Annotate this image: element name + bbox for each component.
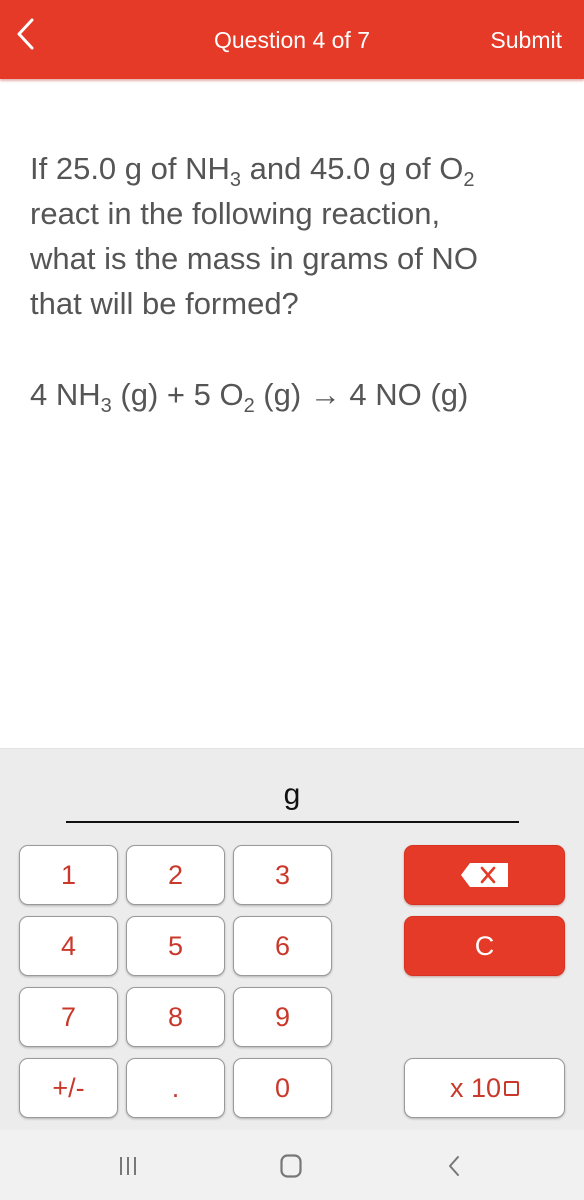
question-text: If 25.0 g of NH3 and 45.0 g of O2 react …	[30, 146, 490, 326]
equation-text: 4 NH	[30, 377, 101, 412]
home-icon	[280, 1154, 302, 1178]
question-text: If 25.0 g of NH	[30, 151, 230, 186]
key-5[interactable]: 5	[126, 916, 225, 976]
equation-subscript: 3	[100, 395, 112, 417]
answer-field[interactable]: g	[0, 778, 584, 812]
submit-button[interactable]: Submit	[490, 27, 562, 54]
key-7[interactable]: 7	[19, 987, 118, 1047]
equation-text: (g) + 5 O	[111, 377, 244, 412]
sci-label: x 10	[449, 1072, 502, 1103]
key-6[interactable]: 6	[233, 916, 332, 976]
question-subscript: 3	[229, 169, 242, 191]
question-text: react in the following reaction, what is…	[30, 196, 478, 321]
home-button[interactable]	[269, 1148, 313, 1184]
key-decimal[interactable]: .	[126, 1058, 225, 1118]
answer-unit: g	[283, 778, 301, 811]
recent-apps-icon	[120, 1157, 136, 1175]
key-plus-minus[interactable]: +/-	[19, 1058, 118, 1118]
recent-apps-button[interactable]	[106, 1148, 150, 1184]
answer-underline	[66, 821, 519, 823]
key-1[interactable]: 1	[19, 845, 118, 905]
scientific-notation-button[interactable]: x 10	[404, 1058, 565, 1118]
app-header: Question 4 of 7 Submit	[0, 0, 584, 79]
key-9[interactable]: 9	[233, 987, 332, 1047]
backspace-button[interactable]	[404, 845, 565, 905]
system-nav-bar	[0, 1130, 584, 1200]
reaction-equation: 4 NH3 (g) + 5 O2 (g) → 4 NO (g)	[30, 372, 570, 417]
key-3[interactable]: 3	[233, 845, 332, 905]
key-4[interactable]: 4	[19, 916, 118, 976]
equation-text: (g) → 4 NO (g)	[254, 377, 469, 412]
question-text: and 45.0 g of O	[241, 151, 464, 186]
equation-subscript: 2	[243, 395, 255, 417]
backspace-icon	[460, 863, 508, 887]
back-icon	[449, 1156, 459, 1176]
clear-button[interactable]: C	[404, 916, 565, 976]
nav-back-button[interactable]	[432, 1148, 476, 1184]
key-2[interactable]: 2	[126, 845, 225, 905]
question-subscript: 2	[463, 169, 475, 191]
empty-box-icon	[504, 1080, 520, 1096]
key-8[interactable]: 8	[126, 987, 225, 1047]
key-0[interactable]: 0	[233, 1058, 332, 1118]
